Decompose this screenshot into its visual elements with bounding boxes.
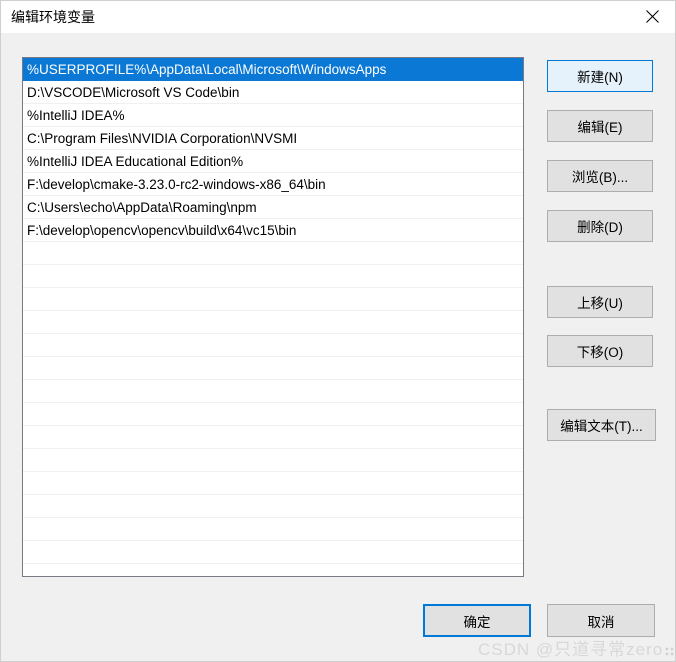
title-bar: 编辑环境变量: [1, 1, 675, 33]
list-item[interactable]: %IntelliJ IDEA Educational Edition%: [23, 150, 523, 173]
list-item-empty[interactable]: [23, 288, 523, 311]
list-item-empty[interactable]: [23, 265, 523, 288]
edit-text-button[interactable]: 编辑文本(T)...: [547, 409, 656, 441]
list-item-empty[interactable]: [23, 472, 523, 495]
list-item-empty[interactable]: [23, 449, 523, 472]
watermark: CSDN @只道寻常zero: [478, 635, 675, 660]
list-item[interactable]: F:\develop\opencv\opencv\build\x64\vc15\…: [23, 219, 523, 242]
list-item[interactable]: %USERPROFILE%\AppData\Local\Microsoft\Wi…: [23, 58, 523, 81]
delete-button[interactable]: 删除(D): [547, 210, 653, 242]
list-item-empty[interactable]: [23, 357, 523, 380]
list-item[interactable]: D:\VSCODE\Microsoft VS Code\bin: [23, 81, 523, 104]
list-item-empty[interactable]: [23, 242, 523, 265]
edit-environment-variable-dialog: 编辑环境变量 %USERPROFILE%\AppData\Local\Micro…: [0, 0, 676, 662]
move-up-button[interactable]: 上移(U): [547, 286, 653, 318]
list-item-empty[interactable]: [23, 403, 523, 426]
list-item[interactable]: F:\develop\cmake-3.23.0-rc2-windows-x86_…: [23, 173, 523, 196]
list-item-empty[interactable]: [23, 541, 523, 564]
list-item[interactable]: C:\Users\echo\AppData\Roaming\npm: [23, 196, 523, 219]
path-list[interactable]: %USERPROFILE%\AppData\Local\Microsoft\Wi…: [22, 57, 524, 577]
list-item-empty[interactable]: [23, 334, 523, 357]
cancel-button[interactable]: 取消: [547, 604, 655, 637]
edit-button[interactable]: 编辑(E): [547, 110, 653, 142]
close-icon[interactable]: [629, 1, 675, 32]
list-item-empty[interactable]: [23, 426, 523, 449]
list-item[interactable]: C:\Program Files\NVIDIA Corporation\NVSM…: [23, 127, 523, 150]
watermark-dots-icon: [665, 647, 675, 656]
watermark-text: CSDN @只道寻常zero: [478, 640, 664, 659]
browse-button[interactable]: 浏览(B)...: [547, 160, 653, 192]
list-item-empty[interactable]: [23, 380, 523, 403]
list-item-empty[interactable]: [23, 495, 523, 518]
ok-button[interactable]: 确定: [423, 604, 531, 637]
move-down-button[interactable]: 下移(O): [547, 335, 653, 367]
list-item-empty[interactable]: [23, 518, 523, 541]
list-item-empty[interactable]: [23, 311, 523, 334]
list-item[interactable]: %IntelliJ IDEA%: [23, 104, 523, 127]
new-button[interactable]: 新建(N): [547, 60, 653, 92]
page-title: 编辑环境变量: [11, 9, 95, 25]
